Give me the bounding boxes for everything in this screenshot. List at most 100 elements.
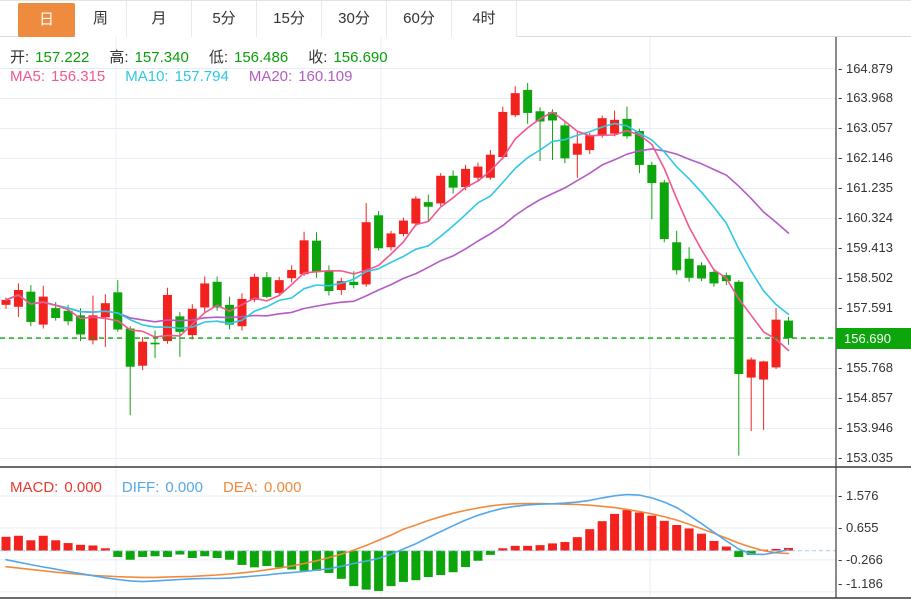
candle-body <box>498 111 508 158</box>
candle-body <box>138 341 148 366</box>
tab-月[interactable]: 月 <box>127 1 192 37</box>
price-axis-label: - 153.035 <box>838 450 893 466</box>
candle-body <box>361 222 371 285</box>
ma-row-item: MA5: 156.315 <box>10 68 111 85</box>
candle-body <box>100 303 110 318</box>
candle-body <box>299 240 309 275</box>
macd-bar <box>398 550 408 582</box>
candle-body <box>684 258 694 278</box>
candle-body <box>585 135 595 151</box>
candle-body <box>212 281 222 308</box>
legend-value: 156.315 <box>51 68 106 85</box>
candle-body <box>26 291 36 322</box>
macd-bar <box>262 550 272 566</box>
ma20-line <box>5 148 790 323</box>
candle-body <box>150 342 160 345</box>
candle-body <box>672 242 682 271</box>
candle-body <box>697 265 707 279</box>
candle-body <box>411 198 421 224</box>
ohlc-header: 开: 157.222 高: 157.340 低: 156.486 收: 156.690 <box>10 46 408 67</box>
macd-bar <box>697 533 707 551</box>
legend-label: 高: <box>109 49 129 66</box>
macd-bar <box>709 540 719 551</box>
candle-body <box>51 308 61 319</box>
macd-row-item: MACD: 0.000 <box>10 479 108 496</box>
dea-line <box>5 502 790 579</box>
macd-bar <box>597 521 607 551</box>
price-axis-label: - 159.413 <box>838 240 893 256</box>
price-axis-label: - 163.057 <box>838 120 893 136</box>
macd-bar <box>684 528 694 551</box>
candle-body <box>771 319 781 368</box>
current-price-label: 156.690 <box>836 327 911 349</box>
candle-body <box>13 290 23 307</box>
price-axis-label: - 162.146 <box>838 150 893 166</box>
price-axis-label: - 154.857 <box>838 390 893 406</box>
ohlc-row-item: 低: 156.486 <box>209 49 294 66</box>
macd-bar <box>734 550 744 557</box>
price-axis-label: - 160.324 <box>838 210 893 226</box>
price-axis-label: - 163.968 <box>838 90 893 106</box>
ohlc-row-item: 开: 157.222 <box>10 49 95 66</box>
tab-5分[interactable]: 5分 <box>192 1 257 37</box>
macd-axis-label: - 1.576 <box>838 487 879 503</box>
legend-value: 0.000 <box>263 479 302 496</box>
candle-body <box>634 131 644 165</box>
candle-body <box>274 280 284 293</box>
legend-label: MACD: <box>10 479 59 496</box>
tab-日[interactable]: 日 <box>18 3 75 37</box>
candle-body <box>175 316 185 332</box>
macd-bar <box>113 550 123 557</box>
price-axis-label: - 164.879 <box>838 60 893 76</box>
macd-row-item: DEA: 0.000 <box>223 479 308 496</box>
candle-body <box>647 164 657 184</box>
tab-15分[interactable]: 15分 <box>257 1 322 37</box>
legend-value: 160.109 <box>298 68 353 85</box>
candle-body <box>349 281 359 286</box>
macd-bar <box>349 550 359 587</box>
macd-bar <box>411 550 421 581</box>
tab-60分[interactable]: 60分 <box>387 1 452 37</box>
price-axis-label: - 157.591 <box>838 300 893 316</box>
macd-bar <box>162 550 172 557</box>
macd-bar <box>523 545 533 551</box>
macd-bar <box>138 550 148 557</box>
macd-bar <box>150 550 160 557</box>
candle-body <box>461 168 471 187</box>
macd-bar <box>473 550 483 561</box>
ma10-line <box>5 122 790 330</box>
candle-body <box>38 296 48 325</box>
legend-value: 0.000 <box>64 479 102 496</box>
ohlc-row-item: 高: 157.340 <box>109 49 194 66</box>
candle-body <box>473 166 483 178</box>
macd-bar <box>721 546 731 551</box>
legend-value: 0.000 <box>165 479 203 496</box>
macd-bar <box>63 543 73 551</box>
price-axis-label: - 158.502 <box>838 270 893 286</box>
candle-body <box>659 182 669 239</box>
legend-label: DIFF: <box>121 479 160 496</box>
candle-body <box>398 220 408 235</box>
legend-label: DEA: <box>222 479 258 496</box>
macd-bar <box>1 536 11 551</box>
macd-bar <box>51 540 61 551</box>
ma-row-item: MA10: 157.794 <box>125 68 235 85</box>
tab-4时[interactable]: 4时 <box>452 1 517 37</box>
candle-body <box>572 143 582 155</box>
candlestick-chart-canvas[interactable] <box>0 0 911 601</box>
candle-body <box>783 320 793 339</box>
macd-bar <box>672 525 682 551</box>
macd-row-item: DIFF: 0.000 <box>122 479 209 496</box>
ma-legend: MA5: 156.315 MA10: 157.794 MA20: 160.109 <box>10 68 372 85</box>
tab-30分[interactable]: 30分 <box>322 1 387 37</box>
macd-bar <box>572 537 582 551</box>
macd-bar <box>38 535 48 551</box>
chart-window: 日周月 5分 15分 30分 60分 4时 开: 157.222 高: 157.340 低: 156… <box>0 0 911 601</box>
tab-周[interactable]: 周 <box>75 1 127 37</box>
macd-axis-label: - 0.655 <box>838 519 879 535</box>
macd-bar <box>485 550 495 555</box>
price-axis-label: - 155.768 <box>838 360 893 376</box>
candle-body <box>125 328 135 367</box>
macd-bar <box>585 529 595 551</box>
candle-body <box>88 315 98 341</box>
